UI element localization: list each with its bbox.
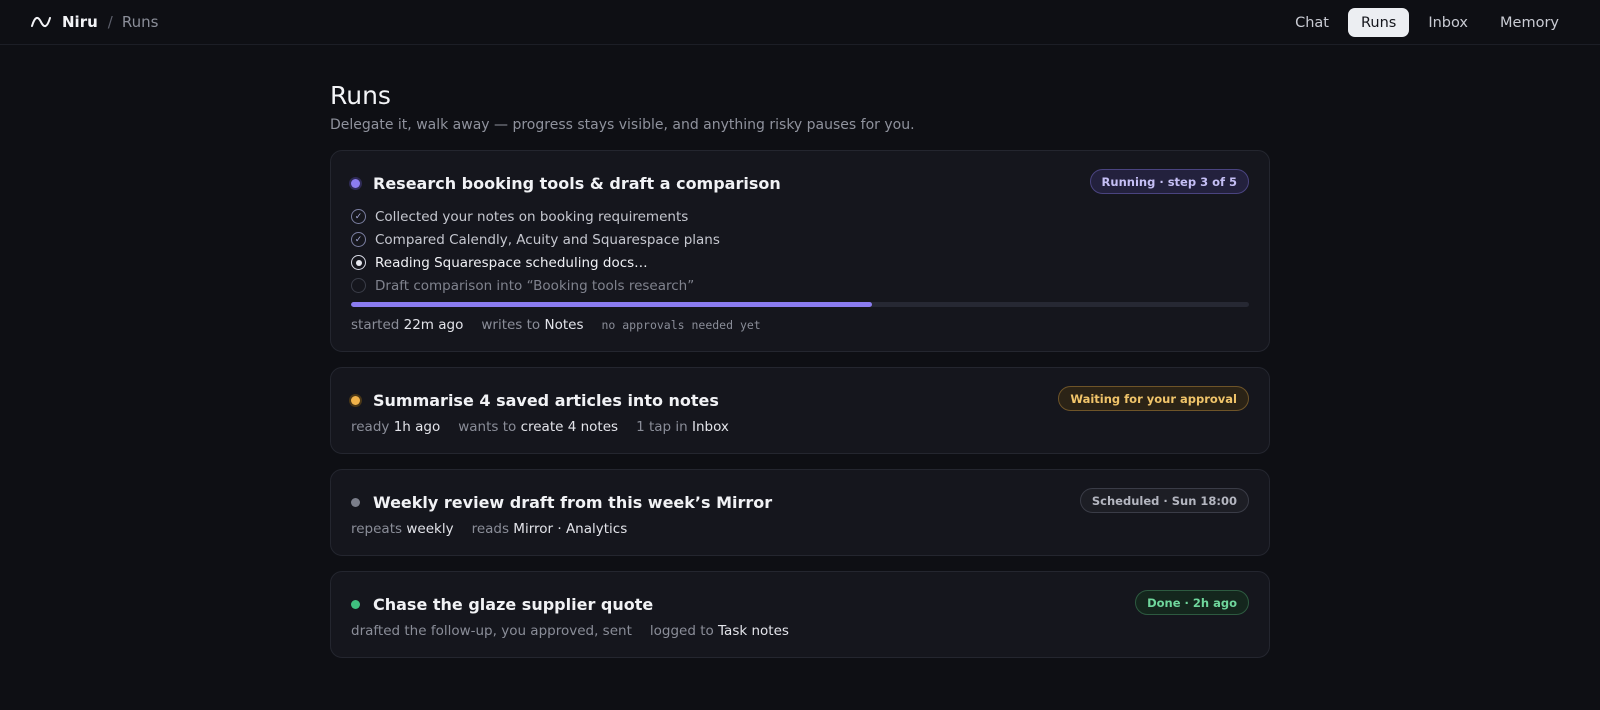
done-status-dot-icon: [351, 599, 360, 609]
running-status-dot-icon: [351, 178, 360, 188]
pending-circle-icon: [351, 278, 366, 293]
approvals-info: no approvals needed yet: [601, 318, 761, 332]
step-list: ✓ Collected your notes on booking requir…: [351, 205, 720, 297]
check-icon: ✓: [351, 232, 366, 247]
top-bar: Niru / Runs Chat Runs Inbox Memory: [0, 0, 1600, 45]
check-icon: ✓: [351, 209, 366, 224]
main-nav: Chat Runs Inbox Memory: [1282, 8, 1572, 37]
run-meta: started 22m ago writes to Notes no appro…: [351, 315, 761, 335]
repeats-info: repeats weekly: [351, 521, 454, 537]
run-title: Weekly review draft from this week’s Mir…: [373, 492, 773, 512]
progress-fill: [351, 302, 872, 307]
breadcrumb-separator: /: [107, 13, 113, 31]
run-title: Summarise 4 saved articles into notes: [373, 390, 719, 410]
nav-chat[interactable]: Chat: [1282, 8, 1342, 37]
ready-info: ready 1h ago: [351, 419, 441, 435]
run-card-research[interactable]: Research booking tools & draft a compari…: [330, 150, 1270, 352]
logged-info: logged to Task notes: [649, 623, 789, 639]
step-label: Collected your notes on booking requirem…: [375, 208, 689, 225]
run-meta: ready 1h ago wants to create 4 notes 1 t…: [351, 417, 729, 437]
run-meta: drafted the follow-up, you approved, sen…: [351, 621, 789, 641]
status-badge: Scheduled · Sun 18:00: [1079, 488, 1249, 513]
writes-info: writes to Notes: [481, 317, 584, 333]
step-label: Compared Calendly, Acuity and Squarespac…: [375, 231, 720, 248]
run-title: Chase the glaze supplier quote: [373, 594, 654, 614]
step-label: Draft comparison into “Booking tools res…: [375, 277, 695, 294]
scheduled-status-dot-icon: [351, 497, 360, 507]
status-badge: Running · step 3 of 5: [1089, 169, 1249, 194]
nav-memory[interactable]: Memory: [1487, 8, 1572, 37]
status-badge: Done · 2h ago: [1135, 590, 1249, 615]
run-meta: repeats weekly reads Mirror · Analytics: [351, 519, 627, 539]
run-title: Research booking tools & draft a compari…: [373, 173, 781, 193]
inbox-info: 1 tap in Inbox: [636, 419, 729, 435]
nav-runs[interactable]: Runs: [1347, 8, 1410, 37]
in-progress-icon: [351, 255, 366, 270]
niru-logo-icon: [31, 16, 51, 28]
wants-info: wants to create 4 notes: [458, 419, 619, 435]
breadcrumb-current: Runs: [121, 13, 159, 31]
run-card-glaze-quote[interactable]: Chase the glaze supplier quote Done · 2h…: [330, 571, 1270, 658]
step-item: Reading Squarespace scheduling docs…: [351, 251, 720, 274]
page-subtitle: Delegate it, walk away — progress stays …: [330, 117, 915, 133]
run-card-weekly-review[interactable]: Weekly review draft from this week’s Mir…: [330, 469, 1270, 556]
page-title: Runs: [330, 81, 391, 110]
nav-inbox[interactable]: Inbox: [1415, 8, 1481, 37]
step-item: ✓ Compared Calendly, Acuity and Squaresp…: [351, 228, 720, 251]
drafted-info: drafted the follow-up, you approved, sen…: [351, 623, 632, 639]
step-item: Draft comparison into “Booking tools res…: [351, 274, 720, 297]
started-info: started 22m ago: [351, 317, 464, 333]
step-item: ✓ Collected your notes on booking requir…: [351, 205, 720, 228]
status-badge[interactable]: Waiting for your approval: [1058, 386, 1249, 411]
step-label: Reading Squarespace scheduling docs…: [375, 254, 648, 271]
run-card-summarise[interactable]: Summarise 4 saved articles into notes Wa…: [330, 367, 1270, 454]
waiting-status-dot-icon: [351, 395, 360, 405]
brand-name: Niru: [62, 13, 98, 31]
reads-info: reads Mirror · Analytics: [471, 521, 628, 537]
progress-bar: [351, 302, 1249, 307]
brand[interactable]: Niru / Runs: [31, 12, 158, 32]
